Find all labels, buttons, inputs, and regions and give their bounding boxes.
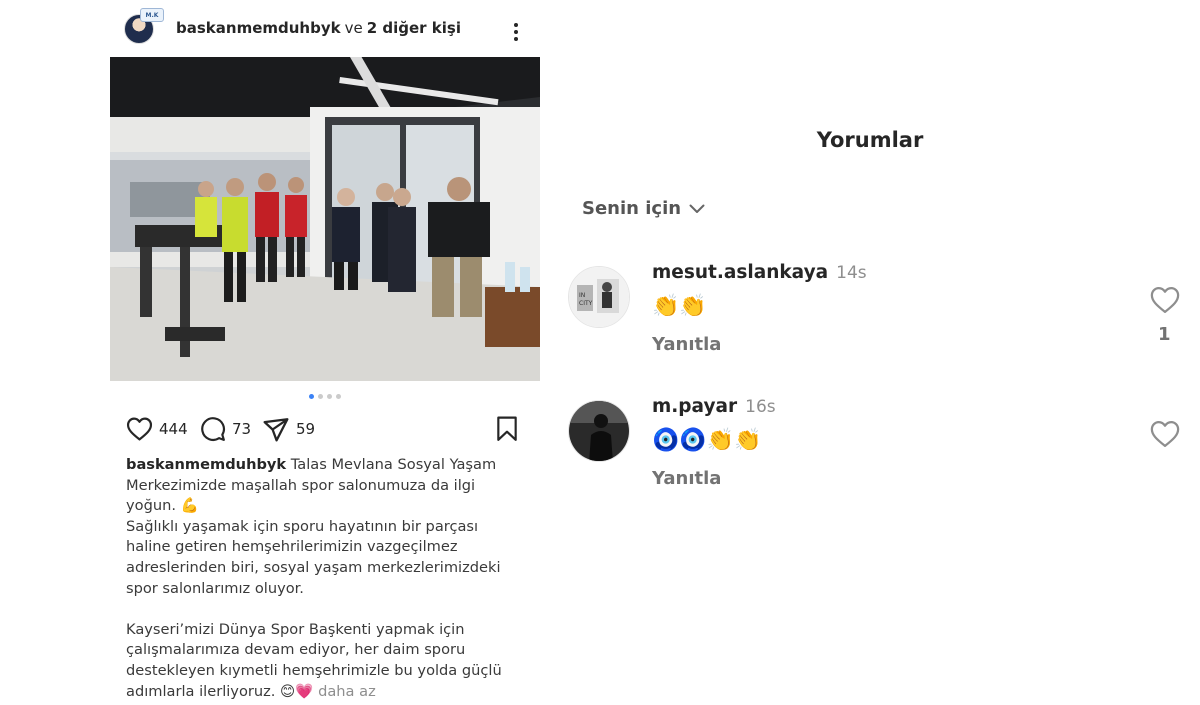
carousel-dot-1[interactable] bbox=[309, 394, 314, 399]
bookmark-icon bbox=[497, 416, 517, 441]
commenter-avatar[interactable] bbox=[568, 400, 630, 462]
post-caption: baskanmemduhbyk Talas Mevlana Sosyal Yaş… bbox=[126, 455, 526, 702]
comment-like-button[interactable] bbox=[1150, 420, 1180, 450]
heart-icon bbox=[126, 417, 153, 441]
post: M.K baskanmemduhbyk ve 2 diğer kişi 444 … bbox=[110, 0, 540, 705]
commenter-avatar-image: IN CITY bbox=[569, 267, 629, 327]
comment-item: m.payar 16s 🧿🧿👏👏 Yanıtla bbox=[568, 396, 1180, 496]
chevron-down-icon bbox=[689, 204, 705, 213]
comment-count[interactable]: 73 bbox=[232, 420, 251, 438]
comment-header: mesut.aslankaya 14s bbox=[652, 262, 867, 283]
more-options-icon[interactable] bbox=[504, 20, 528, 44]
heart-icon bbox=[1150, 421, 1180, 447]
commenter-username[interactable]: m.payar bbox=[652, 396, 737, 417]
sort-label: Senin için bbox=[582, 198, 682, 219]
share-count[interactable]: 59 bbox=[296, 420, 315, 438]
comment-like-button[interactable] bbox=[1150, 286, 1180, 316]
show-less-link[interactable]: daha az bbox=[318, 683, 376, 700]
reply-button[interactable]: Yanıtla bbox=[652, 334, 721, 355]
carousel-dot-3[interactable] bbox=[327, 394, 332, 399]
paper-plane-icon bbox=[263, 417, 289, 441]
comment-header: m.payar 16s bbox=[652, 396, 776, 417]
save-button[interactable] bbox=[496, 414, 518, 444]
comment-time: 14s bbox=[836, 263, 867, 283]
share-button[interactable]: 59 bbox=[262, 414, 315, 444]
comment-button[interactable]: 73 bbox=[200, 414, 251, 444]
author-others[interactable]: 2 diğer kişi bbox=[367, 19, 461, 37]
author-username[interactable]: baskanmemduhbyk bbox=[176, 19, 341, 37]
post-photo[interactable] bbox=[110, 57, 540, 381]
comment-text: 🧿🧿👏👏 bbox=[652, 428, 762, 453]
comments-panel: Yorumlar Senin için IN CITY mesut.aslank… bbox=[540, 0, 1200, 705]
commenter-avatar[interactable]: IN CITY bbox=[568, 266, 630, 328]
comment-time: 16s bbox=[745, 397, 776, 417]
commenter-avatar-image bbox=[569, 401, 629, 461]
caption-paragraph-3: Kayseri’mizi Dünya Spor Başkenti yapmak … bbox=[126, 620, 526, 702]
caption-username[interactable]: baskanmemduhbyk bbox=[126, 456, 286, 473]
author-and: ve bbox=[344, 19, 363, 37]
reply-button[interactable]: Yanıtla bbox=[652, 468, 721, 489]
heart-icon bbox=[1150, 287, 1180, 313]
caption-paragraph-2: Sağlıklı yaşamak için sporu hayatının bi… bbox=[126, 517, 501, 597]
comment-item: IN CITY mesut.aslankaya 14s 👏👏 Yanıtla 1 bbox=[568, 262, 1180, 362]
post-actions: 444 73 59 bbox=[126, 414, 536, 444]
gym-scene-image bbox=[110, 57, 540, 381]
svg-text:IN: IN bbox=[579, 292, 585, 299]
comment-like-count[interactable]: 1 bbox=[1158, 324, 1171, 345]
author-line[interactable]: baskanmemduhbyk ve 2 diğer kişi bbox=[176, 19, 461, 37]
caption-text-3: Kayseri’mizi Dünya Spor Başkenti yapmak … bbox=[126, 620, 502, 700]
carousel-indicator bbox=[110, 394, 540, 402]
like-button[interactable]: 444 bbox=[126, 414, 188, 444]
svg-text:CITY: CITY bbox=[579, 300, 593, 307]
comment-text: 👏👏 bbox=[652, 294, 707, 319]
commenter-username[interactable]: mesut.aslankaya bbox=[652, 262, 828, 283]
post-header: M.K baskanmemduhbyk ve 2 diğer kişi bbox=[110, 8, 540, 52]
carousel-dot-4[interactable] bbox=[336, 394, 341, 399]
carousel-dot-2[interactable] bbox=[318, 394, 323, 399]
speech-bubble-icon bbox=[201, 417, 225, 441]
comments-title: Yorumlar bbox=[816, 128, 924, 152]
avatar-logo-badge: M.K bbox=[140, 8, 164, 22]
like-count[interactable]: 444 bbox=[159, 420, 188, 438]
sort-dropdown[interactable]: Senin için bbox=[582, 198, 705, 219]
caption-paragraph-1: baskanmemduhbyk Talas Mevlana Sosyal Yaş… bbox=[126, 455, 526, 517]
